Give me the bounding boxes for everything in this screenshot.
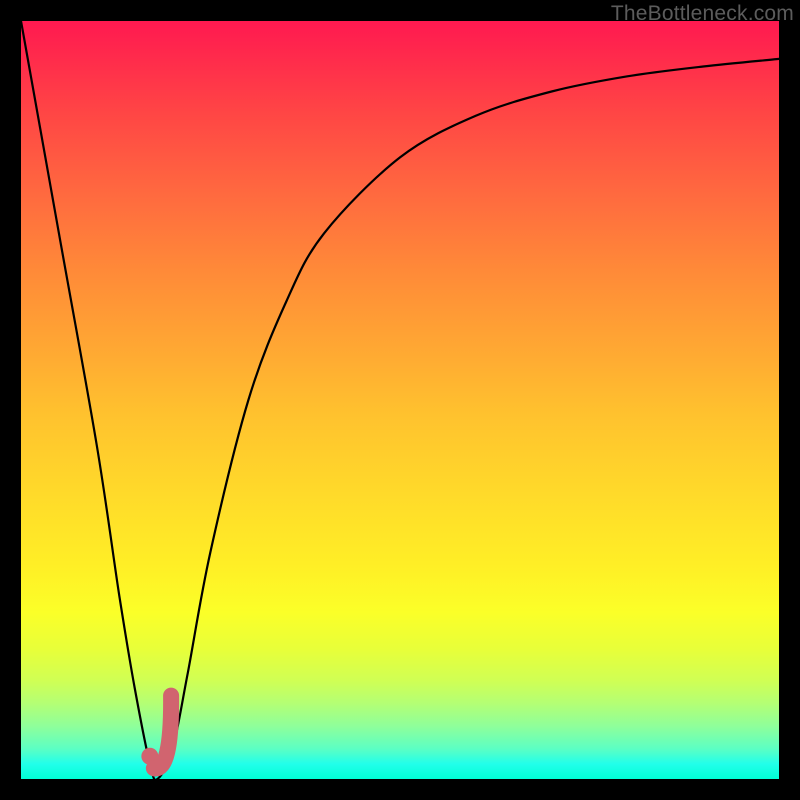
watermark-text: TheBottleneck.com bbox=[611, 2, 794, 26]
chart-frame: TheBottleneck.com bbox=[0, 0, 800, 800]
chart-plot-area bbox=[21, 21, 779, 779]
